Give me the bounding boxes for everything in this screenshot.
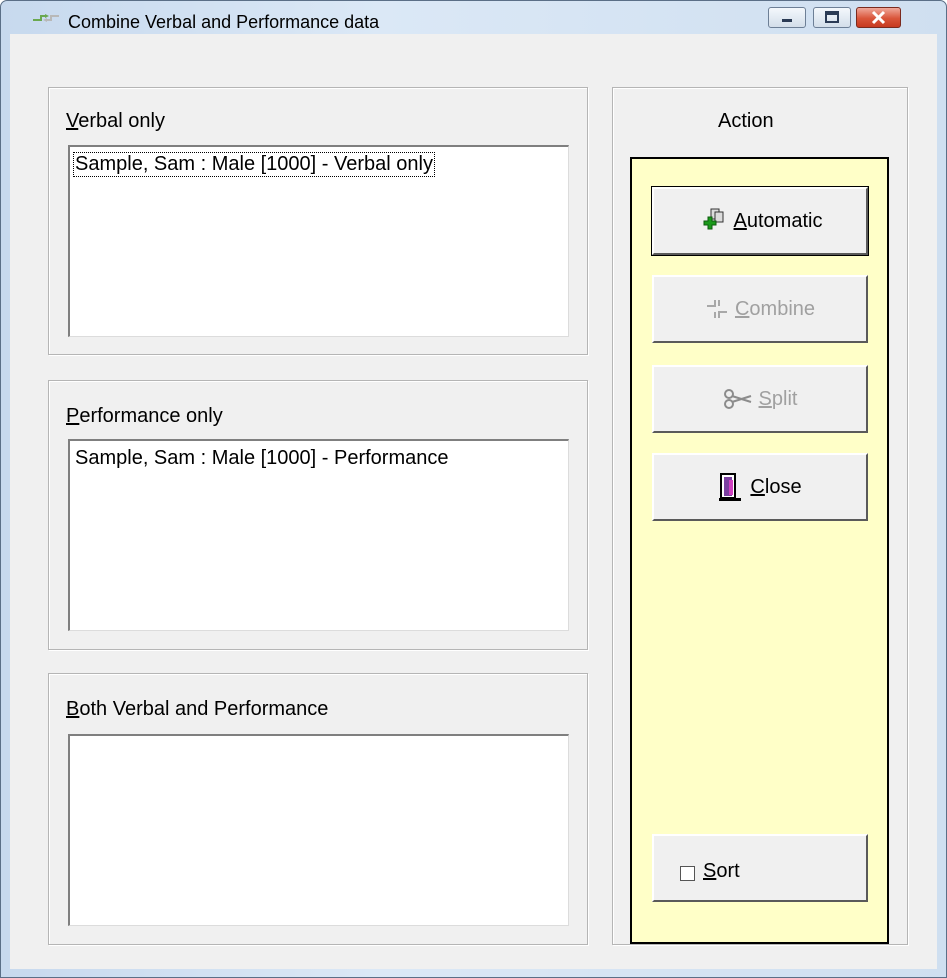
minimize-icon — [782, 19, 792, 22]
performance-only-group: Performance only Sample, Sam : Male [100… — [48, 380, 588, 650]
window-title: Combine Verbal and Performance data — [68, 12, 380, 32]
verbal-only-label: Verbal only — [66, 110, 165, 132]
dialog-window: Combine Verbal and Performance data Verb… — [0, 0, 947, 978]
verbal-only-listbox[interactable]: Sample, Sam : Male [1000] - Verbal only — [68, 145, 569, 337]
both-verbal-performance-label: Both Verbal and Performance — [66, 698, 329, 720]
sort-label: Sort — [703, 860, 740, 882]
automatic-button[interactable]: Automatic — [651, 186, 869, 256]
action-label: Action — [718, 110, 774, 132]
split-button[interactable]: Split — [652, 365, 868, 433]
action-panel: Automatic Combine Split C lose Sort — [630, 157, 889, 944]
close-window-button[interactable] — [856, 7, 901, 28]
performance-only-label: Performance only — [66, 405, 223, 427]
verbal-only-group: Verbal only Sample, Sam : Male [1000] - … — [48, 87, 588, 355]
close-button[interactable]: Close — [652, 453, 868, 521]
maximize-button[interactable] — [813, 7, 851, 28]
maximize-icon — [825, 11, 839, 23]
title-bar[interactable]: Combine Verbal and Performance data — [1, 1, 946, 32]
close-icon — [871, 10, 886, 25]
combine-app-icon — [33, 14, 59, 22]
list-item[interactable]: Sample, Sam : Male [1000] - Verbal only — [73, 152, 435, 177]
door-exit-icon — [719, 473, 742, 501]
performance-only-listbox[interactable]: Sample, Sam : Male [1000] - Performance — [68, 439, 569, 631]
both-verbal-performance-group: Both Verbal and Performance — [48, 673, 588, 945]
sort-toggle[interactable]: Sort — [652, 834, 868, 902]
combine-icon — [706, 300, 727, 318]
minimize-button[interactable] — [768, 7, 806, 28]
combine-button[interactable]: Combine — [652, 275, 868, 343]
automatic-icon — [703, 208, 724, 230]
both-verbal-performance-listbox[interactable] — [68, 734, 569, 926]
scissors-icon — [723, 389, 751, 409]
dialog-body: Verbal only Sample, Sam : Male [1000] - … — [10, 34, 937, 969]
list-item[interactable]: Sample, Sam : Male [1000] - Performance — [74, 447, 450, 470]
sort-checkbox[interactable] — [680, 866, 695, 881]
